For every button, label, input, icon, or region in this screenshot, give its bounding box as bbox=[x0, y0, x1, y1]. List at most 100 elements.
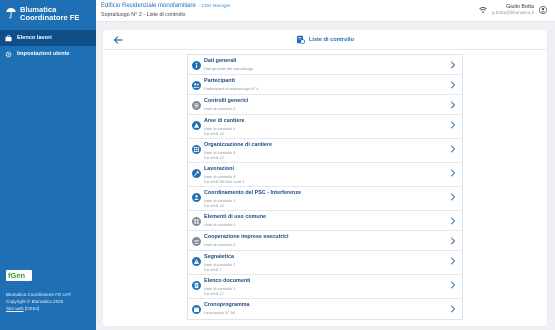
chevron-right-icon bbox=[451, 257, 456, 265]
sidebar: Blumatica Coordinatore FE Elenco lavori … bbox=[0, 0, 96, 330]
row-meta-line2: Da verifi 7 bbox=[204, 266, 222, 272]
row-cronoprogramma[interactable]: Cronoprogramma Lavorazioni N° 36 bbox=[188, 299, 462, 319]
row-meta: Liste di controllo 2 Da verifi 7 bbox=[204, 262, 235, 272]
row-meta: Liste di controllo 0 bbox=[204, 222, 235, 227]
user-email: g.botta@blumatica.it bbox=[492, 10, 534, 15]
row-title: Coordinamento del PSC - Interferenze bbox=[204, 190, 302, 196]
work-icon bbox=[192, 168, 201, 178]
document-icon bbox=[192, 280, 201, 290]
user-info[interactable]: Giulio Botta g.botta@blumatica.it bbox=[492, 4, 534, 15]
row-meta: Dati generali del sopralluogo bbox=[204, 66, 253, 71]
project-title: Edificio Residenziale monofamiliare - CDE… bbox=[101, 3, 231, 9]
row-meta: Partecipanti al sopralluogo N° 4 bbox=[204, 86, 259, 91]
sidebar-item-label: Impostazioni utente bbox=[17, 51, 70, 57]
checklist-icon bbox=[296, 35, 305, 44]
toolbar-title: Liste di controllo bbox=[308, 36, 355, 43]
sidebar-footer: Blumatica Coordinatore FE UAT Copyright … bbox=[6, 292, 71, 312]
cde-manager-tag: - CDE Manager bbox=[198, 3, 231, 8]
row-meta: Liste di controllo 4 Da verifi 98 Non con… bbox=[204, 174, 244, 184]
row-meta-line2: Da verifi 15 bbox=[204, 202, 224, 208]
row-elementi-uso-comune[interactable]: Elementi di uso comune Liste di controllo… bbox=[188, 211, 462, 231]
project-name: Edificio Residenziale monofamiliare bbox=[101, 3, 196, 9]
briefcase-icon bbox=[5, 34, 12, 41]
row-title: Partecipanti bbox=[204, 78, 235, 84]
chevron-right-icon bbox=[451, 193, 456, 201]
gear-icon bbox=[5, 51, 12, 57]
cooperation-icon bbox=[192, 236, 201, 246]
row-lavorazioni[interactable]: Lavorazioni Liste di controllo 4 Da verifi… bbox=[188, 163, 462, 187]
row-controlli-generici[interactable]: Controlli generici Liste di controllo 0 bbox=[188, 95, 462, 115]
row-aree-di-cantiere[interactable]: Aree di cantiere Liste di controllo 4 Da v… bbox=[188, 115, 462, 139]
sidebar-item-impostazioni-utente[interactable]: Impostazioni utente bbox=[0, 46, 96, 62]
row-elenco-documenti[interactable]: Elenco documenti Liste di controllo 1 Da v… bbox=[188, 275, 462, 299]
row-title: Aree di cantiere bbox=[204, 118, 245, 124]
row-meta-line1: Liste di controllo 5 bbox=[204, 149, 236, 155]
toolbar: Liste di controllo bbox=[103, 30, 547, 50]
row-coordinamento-psc[interactable]: Coordinamento del PSC - Interferenze List… bbox=[188, 187, 462, 211]
row-organizzazione-di-cantiere[interactable]: Organizzazione di cantiere Liste di contr… bbox=[188, 139, 462, 163]
row-dati-generali[interactable]: Dati generali Dati generali del sopralluo… bbox=[188, 55, 462, 75]
row-meta-line1: Liste di controllo 1 bbox=[204, 197, 236, 203]
user-icon[interactable] bbox=[539, 5, 547, 14]
row-meta: Liste di controllo 1 Da verifi 15 bbox=[204, 198, 235, 208]
calendar-icon bbox=[192, 304, 201, 314]
top-header: Edificio Residenziale monofamiliare - CDE… bbox=[96, 0, 555, 22]
wifi-icon bbox=[479, 6, 487, 13]
app-title: Blumatica Coordinatore FE bbox=[20, 5, 80, 23]
row-meta-line1: Liste di controllo 4 bbox=[204, 125, 236, 131]
row-meta-line2: Da verifi 15 bbox=[204, 130, 224, 136]
sidebar-item-elenco-lavori[interactable]: Elenco lavori bbox=[0, 30, 96, 46]
row-meta-line2: Da verifi 17 bbox=[204, 290, 224, 296]
footer-code: [OE54] bbox=[24, 305, 40, 311]
toolbar-title-group: Liste di controllo bbox=[103, 35, 547, 44]
row-meta-line2: Da verifi 98 Non confi 2 bbox=[204, 178, 245, 184]
row-title: Dati generali bbox=[204, 58, 237, 64]
chevron-right-icon bbox=[451, 81, 456, 89]
coordination-icon bbox=[192, 192, 201, 202]
row-meta-line1: Partecipanti al sopralluogo N° 4 bbox=[204, 85, 259, 91]
footer-line2: Copyright © Blumatica 2025 bbox=[6, 298, 64, 304]
row-title: Cooperazione imprese esecutrici bbox=[204, 234, 289, 240]
row-meta: Liste di controllo 4 Da verifi 15 bbox=[204, 126, 235, 136]
chevron-right-icon bbox=[451, 237, 456, 245]
app-title-line2: Coordinatore FE bbox=[20, 13, 80, 23]
row-meta-line1: Liste di controllo 0 bbox=[204, 105, 236, 111]
page-subtitle: Sopralluogo N° 2 - Liste di controllo bbox=[101, 11, 186, 18]
row-meta: Liste di controllo 1 Da verifi 17 bbox=[204, 286, 235, 296]
header-right: Giulio Botta g.botta@blumatica.it bbox=[479, 4, 547, 15]
area-icon bbox=[192, 120, 201, 130]
row-segnaletica[interactable]: Segnaletica Liste di controllo 2 Da verifi… bbox=[188, 251, 462, 275]
chevron-right-icon bbox=[451, 61, 456, 69]
footer-line3: Sito web [OE54] bbox=[6, 306, 71, 313]
chevron-right-icon bbox=[451, 305, 456, 313]
row-meta: Liste di controllo 0 bbox=[204, 242, 235, 247]
list-icon bbox=[192, 100, 201, 110]
info-icon bbox=[192, 60, 201, 70]
row-meta-line2: Da verifi 12 bbox=[204, 154, 224, 160]
row-cooperazione-imprese[interactable]: Cooperazione imprese esecutrici Liste di … bbox=[188, 231, 462, 251]
row-meta: Liste di controllo 5 Da verifi 12 bbox=[204, 150, 235, 160]
row-title: Cronoprogramma bbox=[204, 302, 250, 308]
row-meta-line1: Lavorazioni N° 36 bbox=[204, 309, 235, 315]
footer-line1: Blumatica Coordinatore FE UAT bbox=[6, 292, 72, 297]
chevron-right-icon bbox=[451, 121, 456, 129]
row-meta: Lavorazioni N° 36 bbox=[204, 310, 235, 315]
sidebar-item-label: Elenco lavori bbox=[17, 35, 52, 41]
main-card: Liste di controllo Dati generali Dati gen… bbox=[103, 30, 547, 326]
row-meta-line1: Liste di controllo 0 bbox=[204, 241, 236, 247]
chevron-right-icon bbox=[451, 145, 456, 153]
row-partecipanti[interactable]: Partecipanti Partecipanti al sopralluogo … bbox=[188, 75, 462, 95]
row-meta: Liste di controllo 0 bbox=[204, 106, 235, 111]
row-meta-line1: Liste di controllo 2 bbox=[204, 261, 236, 267]
people-icon bbox=[192, 80, 201, 90]
chevron-right-icon bbox=[451, 281, 456, 289]
row-title: Segnaletica bbox=[204, 254, 234, 260]
umbrella-logo-icon bbox=[6, 8, 16, 19]
website-link[interactable]: Sito web bbox=[6, 306, 24, 311]
chevron-right-icon bbox=[451, 217, 456, 225]
shared-elements-icon bbox=[192, 216, 201, 226]
row-meta-line1: Liste di controllo 0 bbox=[204, 221, 236, 227]
row-title: Elementi di uso comune bbox=[204, 214, 267, 220]
row-meta-line1: Liste di controllo 1 bbox=[204, 285, 236, 291]
row-title: Controlli generici bbox=[204, 98, 249, 104]
